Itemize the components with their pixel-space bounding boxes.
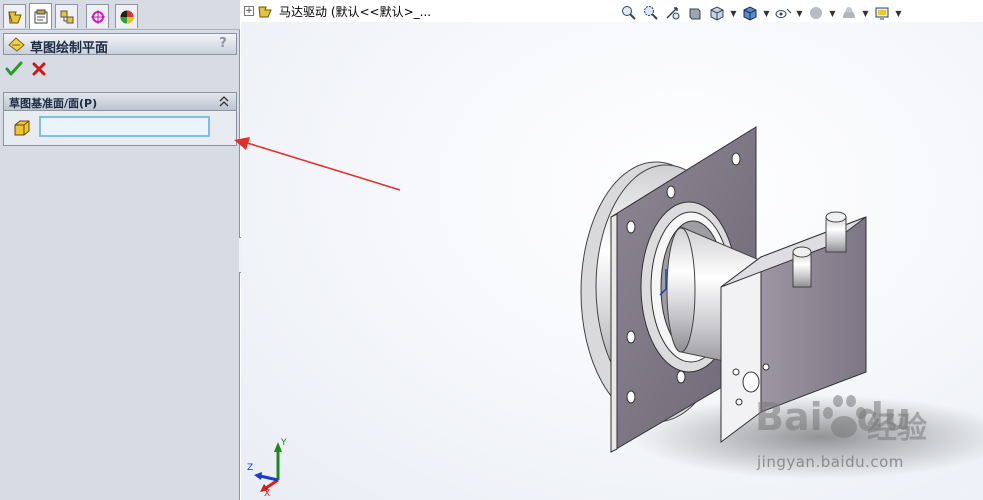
edit-appearance-dropdown[interactable]: ▼ <box>829 4 836 22</box>
checkmark-icon <box>5 61 23 76</box>
view-settings-icon <box>875 7 889 20</box>
manager-tabstrip <box>0 0 240 30</box>
section-view-button[interactable] <box>686 4 704 22</box>
tab-displaymanager[interactable] <box>115 4 138 28</box>
configurationmanager-icon <box>60 10 73 23</box>
baidu-jingyan-watermark: Bai du 经验 jingyan.baidu.com <box>755 385 980 497</box>
tab-propertymanager[interactable] <box>29 3 52 29</box>
apply-scene-dropdown[interactable]: ▼ <box>862 4 869 22</box>
axis-z-label: Z <box>247 463 253 473</box>
previous-view-button[interactable] <box>664 4 682 22</box>
collapse-icon[interactable] <box>218 94 230 108</box>
tree-root-label: 马达驱动 (默认<<默认>_... <box>279 4 432 19</box>
help-button[interactable]: ? <box>216 36 230 52</box>
heads-up-view-toolbar: ▼ ▼ ▼ ▼ ▼ ▼ <box>620 2 902 24</box>
tab-featuremanager[interactable] <box>3 4 26 28</box>
sketch-icon <box>8 37 25 52</box>
view-settings-button[interactable] <box>873 4 891 22</box>
ok-button[interactable] <box>5 60 23 78</box>
tab-configurationmanager[interactable] <box>55 4 78 28</box>
part-icon <box>258 6 272 18</box>
page-title: 草图绘制平面 <box>30 41 109 56</box>
displaymanager-icon <box>120 10 133 23</box>
view-orientation-button[interactable] <box>708 4 726 22</box>
watermark-jingyan: 经验 <box>867 411 927 446</box>
group-header[interactable]: 草图基准面/面(P) <box>4 93 236 111</box>
view-settings-dropdown[interactable]: ▼ <box>895 4 902 22</box>
face-select-icon <box>14 120 30 136</box>
hide-show-items-button[interactable] <box>774 4 792 22</box>
property-manager-panel: 草图绘制平面 ? 草图基准面/面(P) <box>0 0 249 500</box>
watermark-url: jingyan.baidu.com <box>757 453 904 471</box>
tree-expand-toggle[interactable]: + <box>244 6 254 16</box>
group-title: 草图基准面/面(P) <box>9 97 98 110</box>
sketch-plane-group: 草图基准面/面(P) <box>3 92 237 146</box>
featuremanager-icon <box>7 11 22 23</box>
cancel-button[interactable] <box>30 60 48 78</box>
tab-dimxpertmanager[interactable] <box>86 4 109 28</box>
selection-box[interactable] <box>39 116 210 137</box>
hide-show-items-icon <box>775 8 792 18</box>
dimxpertmanager-icon <box>90 9 105 24</box>
feature-tree-root[interactable]: + 马达驱动 (默认<<默认>_... <box>244 2 431 20</box>
zoom-to-fit-button[interactable] <box>620 4 638 22</box>
annotation-arrow <box>234 137 401 191</box>
hide-show-dropdown[interactable]: ▼ <box>796 4 803 22</box>
edit-appearance-button[interactable] <box>807 4 825 22</box>
zoom-to-area-icon <box>644 6 658 20</box>
zoom-to-area-button[interactable] <box>642 4 660 22</box>
baidu-paw-icon <box>823 395 866 438</box>
previous-view-icon <box>666 7 680 20</box>
view-orientation-icon <box>710 6 724 21</box>
apply-scene-icon <box>843 7 855 18</box>
zoom-to-fit-icon <box>622 6 636 20</box>
apply-scene-button[interactable] <box>840 4 858 22</box>
view-orientation-dropdown[interactable]: ▼ <box>730 4 737 22</box>
axis-y-label: Y <box>280 438 287 448</box>
propertymanager-icon <box>34 9 47 23</box>
axis-x-label: X <box>264 489 270 497</box>
edit-appearance-icon <box>810 7 822 19</box>
display-style-dropdown[interactable]: ▼ <box>763 4 770 22</box>
close-icon <box>32 62 46 76</box>
coordinate-triad: Y X Z <box>247 438 287 497</box>
display-style-icon <box>743 6 757 21</box>
display-style-button[interactable] <box>741 4 759 22</box>
section-view-icon <box>689 8 701 20</box>
propertymanager-header: 草图绘制平面 ? <box>3 33 237 56</box>
